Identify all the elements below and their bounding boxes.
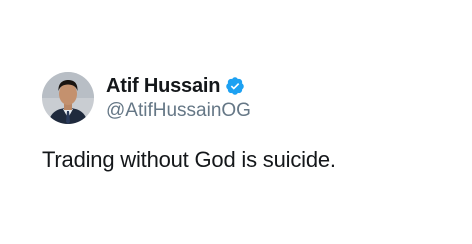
author-info: Atif Hussain @AtifHussainOG [106, 74, 251, 123]
tweet-screenshot: Atif Hussain @AtifHussainOG Trading with… [0, 0, 472, 244]
avatar[interactable] [42, 72, 94, 124]
tweet-header: Atif Hussain @AtifHussainOG [42, 72, 452, 124]
tweet-text: Trading without God is suicide. [42, 147, 336, 172]
author-display-name[interactable]: Atif Hussain [106, 74, 220, 98]
author-handle[interactable]: @AtifHussainOG [106, 99, 251, 123]
tweet-card: Atif Hussain @AtifHussainOG Trading with… [42, 72, 452, 174]
name-row: Atif Hussain [106, 74, 251, 98]
verified-badge-icon [225, 76, 245, 96]
